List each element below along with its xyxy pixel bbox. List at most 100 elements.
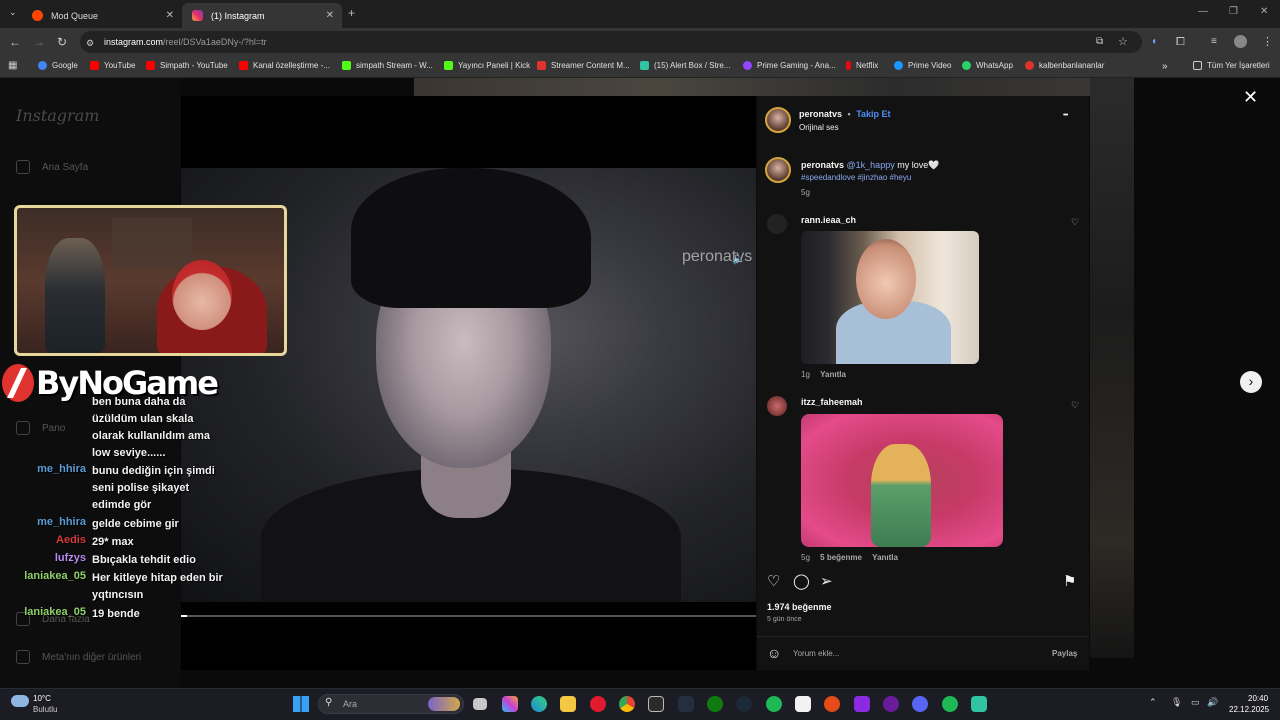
- file-explorer-icon[interactable]: [560, 696, 576, 712]
- amazon-icon[interactable]: [678, 696, 694, 712]
- comment-avatar[interactable]: [767, 396, 787, 416]
- share-icon[interactable]: ➢: [820, 572, 833, 590]
- caption-mention[interactable]: @1k_happy: [847, 160, 895, 170]
- reel-video-player[interactable]: peronatvs 🔈: [181, 96, 756, 670]
- weather-cloud-icon[interactable]: [11, 695, 29, 707]
- reply-link[interactable]: Yanıtla: [820, 370, 846, 379]
- streamlabs-icon[interactable]: [971, 696, 987, 712]
- task-view-icon[interactable]: [473, 698, 487, 710]
- bookmark-netflix[interactable]: Netflix: [846, 61, 878, 70]
- author-avatar[interactable]: [765, 107, 791, 133]
- bookmark-kalbenbanlananlar[interactable]: kalbenbanlananlar: [1025, 61, 1104, 70]
- weather-desc[interactable]: Bulutlu: [33, 705, 57, 714]
- like-count[interactable]: 1.974 beğenme: [767, 602, 832, 612]
- bookmark-prime-gaming[interactable]: Prime Gaming - Ana...: [743, 61, 836, 70]
- epic-games-icon[interactable]: [648, 696, 664, 712]
- mute-icon[interactable]: 🔈: [732, 252, 746, 265]
- minimize-icon[interactable]: —: [1198, 6, 1208, 17]
- share-button[interactable]: Paylaş: [1052, 649, 1077, 658]
- caption-avatar[interactable]: [765, 157, 791, 183]
- emoji-icon[interactable]: ☺: [767, 645, 781, 661]
- more-bookmarks-icon[interactable]: »: [1162, 61, 1168, 72]
- reply-link[interactable]: Yanıtla: [872, 553, 898, 562]
- comment-username[interactable]: rann.ieaa_ch: [801, 215, 856, 225]
- bookmark-google[interactable]: Google: [38, 61, 78, 70]
- copilot-icon[interactable]: [502, 696, 518, 712]
- url-text[interactable]: instagram.com/reel/DSVa1aeDNy-/?hl=tr: [104, 37, 267, 47]
- capcut-icon[interactable]: [795, 696, 811, 712]
- extensions-icon[interactable]: ⧠: [1176, 35, 1185, 49]
- close-reel-icon[interactable]: ✕: [1243, 88, 1258, 106]
- close-window-icon[interactable]: ✕: [1260, 6, 1268, 17]
- bookmark-simpath-youtube[interactable]: Simpath - YouTube: [146, 61, 228, 70]
- tab-mod-queue[interactable]: Mod Queue ✕: [22, 3, 182, 28]
- menu-kebab-icon[interactable]: ⋮: [1262, 35, 1273, 49]
- opera-icon[interactable]: [590, 696, 606, 712]
- tray-chevron-icon[interactable]: ⌃: [1149, 697, 1157, 708]
- tab-close-icon[interactable]: ✕: [326, 10, 334, 21]
- chrome-icon[interactable]: [619, 696, 635, 712]
- restore-icon[interactable]: ❐: [1229, 6, 1238, 17]
- steam-icon[interactable]: [736, 696, 752, 712]
- spotify-icon[interactable]: [942, 696, 958, 712]
- bookmark-streamer-content[interactable]: Streamer Content M...: [537, 61, 630, 70]
- like-comment-icon[interactable]: ♡: [1071, 217, 1081, 227]
- like-comment-icon[interactable]: ♡: [1071, 400, 1081, 410]
- sidebar-item-home[interactable]: Ana Sayfa: [16, 160, 88, 174]
- media-queue-icon[interactable]: ≡: [1211, 35, 1217, 49]
- microphone-icon[interactable]: 🎙: [1171, 697, 1182, 708]
- extension-audio-icon[interactable]: ◖: [1151, 35, 1157, 49]
- sidebar-item-meta[interactable]: Meta'nın diğer ürünleri: [16, 650, 141, 664]
- install-app-icon[interactable]: ⧉: [1096, 35, 1103, 49]
- instagram-logo[interactable]: Instagram: [16, 106, 99, 125]
- video-progress-bar[interactable]: [181, 615, 756, 617]
- sidebar-item-dashboard[interactable]: Pano: [16, 421, 65, 435]
- next-reel-button[interactable]: ›: [1240, 371, 1262, 393]
- comment-likes[interactable]: 5 beğenme: [820, 553, 862, 562]
- comment-image[interactable]: [801, 231, 979, 364]
- tab-instagram[interactable]: (1) Instagram ✕: [182, 3, 342, 28]
- comment-username[interactable]: itzz_faheemah: [801, 397, 863, 407]
- bookmark-yayinci-paneli[interactable]: Yayıncı Paneli | Kick: [444, 61, 530, 70]
- back-icon[interactable]: ←: [9, 35, 21, 49]
- more-options-icon[interactable]: •••: [1063, 112, 1068, 119]
- audio-label[interactable]: Orijinal ses: [799, 123, 839, 132]
- display-icon[interactable]: ▭: [1191, 697, 1200, 708]
- spotify-icon[interactable]: [766, 696, 782, 712]
- apps-grid-icon[interactable]: ▦: [8, 60, 17, 71]
- bookmark-alert-box[interactable]: (15) Alert Box / Stre...: [640, 61, 730, 70]
- weather-temp[interactable]: 10°C: [33, 694, 51, 703]
- tab-list-chevron-icon[interactable]: ⌄: [9, 7, 17, 18]
- start-windows-icon[interactable]: [293, 696, 309, 712]
- profile-avatar[interactable]: [1234, 35, 1247, 48]
- discord-icon[interactable]: [912, 696, 928, 712]
- save-bookmark-icon[interactable]: ⚑: [1063, 572, 1076, 590]
- author-username[interactable]: peronatvs • Takip Et: [799, 109, 891, 119]
- bookmark-whatsapp[interactable]: WhatsApp: [962, 61, 1013, 70]
- tab-close-icon[interactable]: ✕: [166, 10, 174, 21]
- forward-icon[interactable]: →: [33, 35, 45, 49]
- reload-icon[interactable]: ↻: [57, 35, 67, 49]
- volume-icon[interactable]: 🔊: [1207, 697, 1218, 708]
- site-info-icon[interactable]: ⚙: [86, 36, 94, 50]
- app-icon[interactable]: [824, 696, 840, 712]
- clock-date[interactable]: 22.12.2025: [1229, 705, 1269, 714]
- bookmark-prime-video[interactable]: Prime Video: [894, 61, 951, 70]
- bookmark-kanal[interactable]: Kanal özelleştirme -...: [239, 61, 330, 70]
- bookmark-star-icon[interactable]: ☆: [1118, 35, 1128, 49]
- media-app-icon[interactable]: [854, 696, 870, 712]
- circle-app-icon[interactable]: [883, 696, 899, 712]
- clock-time[interactable]: 20:40: [1248, 694, 1268, 703]
- bookmark-simpath-stream[interactable]: simpath Stream - W...: [342, 61, 433, 70]
- follow-button[interactable]: Takip Et: [856, 109, 890, 119]
- all-bookmarks-folder[interactable]: Tüm Yer İşaretleri: [1193, 61, 1270, 70]
- comment-icon[interactable]: ◯: [793, 572, 810, 590]
- bookmark-youtube[interactable]: YouTube: [90, 61, 135, 70]
- xbox-icon[interactable]: [707, 696, 723, 712]
- comment-image[interactable]: [801, 414, 1003, 547]
- caption-username[interactable]: peronatvs: [801, 160, 844, 170]
- comment-avatar[interactable]: [767, 214, 787, 234]
- new-tab-button[interactable]: +: [348, 6, 355, 20]
- like-icon[interactable]: ♡: [767, 572, 780, 590]
- comment-input[interactable]: Yorum ekle...: [793, 649, 839, 658]
